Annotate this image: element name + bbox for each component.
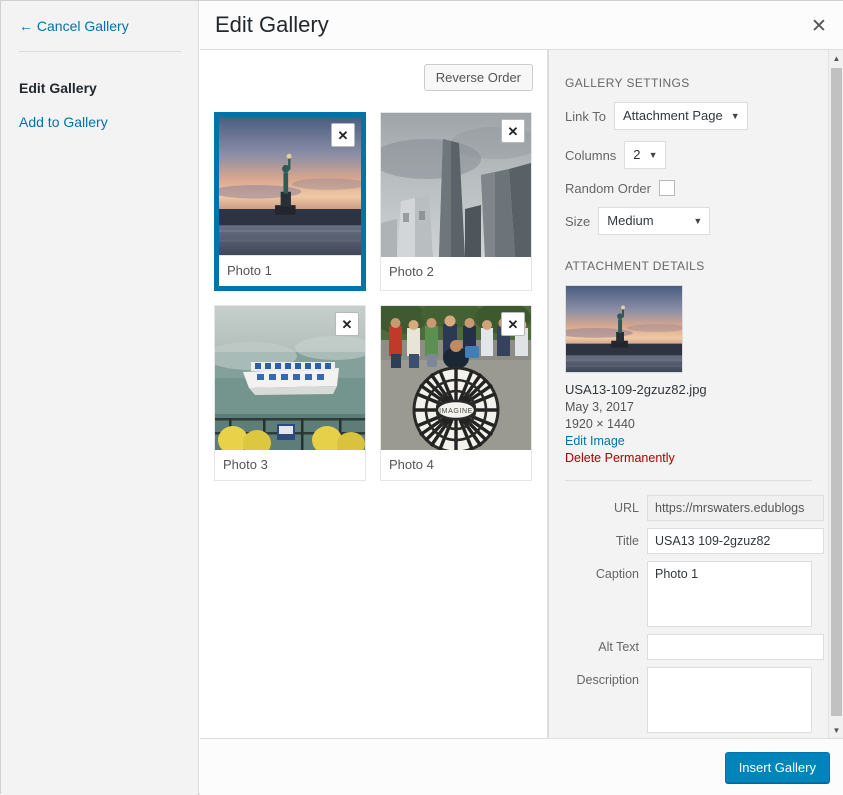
attachment-details-heading: ATTACHMENT DETAILS <box>565 259 705 273</box>
alt-text-field[interactable] <box>647 634 824 660</box>
link-to-value: Attachment Page <box>622 108 723 123</box>
attachment-thumbnail <box>565 285 683 373</box>
gallery-menu-sidebar: ← Cancel Gallery Edit Gallery Add to Gal… <box>1 1 199 795</box>
attachment-divider <box>565 480 812 481</box>
remove-icon[interactable]: ✕ <box>501 119 525 143</box>
menu-item-add-to-gallery[interactable]: Add to Gallery <box>19 114 108 130</box>
settings-sidebar: GALLERY SETTINGS Link To Attachment Page… <box>548 50 843 738</box>
modal-title-bar: Edit Gallery ✕ <box>200 1 843 50</box>
gallery-content-column: Reverse Order ✕ Photo 1 ✕ Photo 2 ✕ Phot… <box>200 50 548 738</box>
gallery-item[interactable]: IMAGINE ✕ Photo 4 <box>380 305 532 481</box>
menu-divider <box>19 51 181 52</box>
attachment-date: May 3, 2017 <box>565 400 634 414</box>
insert-gallery-button[interactable]: Insert Gallery <box>724 752 830 783</box>
gallery-toolbar: Reverse Order <box>423 64 533 91</box>
gallery-item-caption: Photo 1 <box>219 255 361 286</box>
gallery-item[interactable]: ✕ Photo 1 <box>214 112 366 291</box>
description-label: Description <box>576 673 639 687</box>
title-field-row: Title <box>565 528 824 554</box>
caption-field[interactable] <box>647 561 812 627</box>
gallery-settings-heading: GALLERY SETTINGS <box>565 76 690 90</box>
svg-text:IMAGINE: IMAGINE <box>439 408 473 415</box>
edit-gallery-modal: ← Cancel Gallery Edit Gallery Add to Gal… <box>0 0 843 795</box>
gallery-grid: ✕ Photo 1 ✕ Photo 2 ✕ Photo 3 IMAGINE ✕ … <box>214 112 532 481</box>
scroll-down-icon[interactable]: ▼ <box>829 722 843 738</box>
caption-field-row: Caption <box>565 561 812 627</box>
remove-icon[interactable]: ✕ <box>501 312 525 336</box>
description-field[interactable] <box>647 667 812 733</box>
columns-label: Columns <box>565 147 617 163</box>
reverse-order-button[interactable]: Reverse Order <box>423 64 533 91</box>
gallery-item-caption: Photo 4 <box>381 450 531 480</box>
link-to-row: Link To Attachment Page ▼ <box>565 102 812 130</box>
attachment-dimensions: 1920 × 1440 <box>565 417 635 431</box>
alt-text-label: Alt Text <box>598 640 639 654</box>
chevron-down-icon: ▼ <box>730 111 740 121</box>
close-icon[interactable]: ✕ <box>802 9 836 43</box>
size-select[interactable]: Medium ▼ <box>598 207 711 235</box>
chevron-down-icon: ▼ <box>648 150 658 160</box>
scroll-up-icon[interactable]: ▲ <box>829 50 843 66</box>
chevron-down-icon: ▼ <box>693 216 703 226</box>
description-field-row: Description <box>565 667 812 733</box>
gallery-item[interactable]: ✕ Photo 2 <box>380 112 532 291</box>
modal-footer: Insert Gallery <box>200 738 843 795</box>
caption-label: Caption <box>595 567 639 581</box>
columns-select[interactable]: 2 ▼ <box>624 141 666 169</box>
title-label: Title <box>615 534 639 548</box>
alt-text-field-row: Alt Text <box>565 634 824 660</box>
title-field[interactable] <box>647 528 824 554</box>
random-order-checkbox[interactable] <box>658 180 675 196</box>
size-row: Size Medium ▼ <box>565 207 812 235</box>
link-to-select[interactable]: Attachment Page ▼ <box>613 102 748 130</box>
size-value: Medium <box>607 213 654 228</box>
columns-value: 2 <box>633 147 641 162</box>
page-title: Edit Gallery <box>215 12 329 37</box>
menu-item-edit-gallery[interactable]: Edit Gallery <box>19 80 97 96</box>
edit-image-link[interactable]: Edit Image <box>565 434 812 448</box>
random-order-row: Random Order <box>565 180 812 196</box>
size-label: Size <box>565 213 591 229</box>
remove-icon[interactable]: ✕ <box>331 123 355 147</box>
cancel-gallery-link[interactable]: ← Cancel Gallery <box>19 18 129 34</box>
modal-frame: Edit Gallery ✕ Reverse Order ✕ Photo 1 ✕… <box>200 1 843 795</box>
scrollbar-thumb[interactable] <box>831 68 842 716</box>
url-field-row: URL <box>565 495 824 521</box>
delete-permanently-link[interactable]: Delete Permanently <box>565 451 812 465</box>
attachment-filename: USA13-109-2gzuz82.jpg <box>565 382 707 397</box>
url-field[interactable] <box>647 495 824 521</box>
gallery-item-caption: Photo 3 <box>215 450 365 480</box>
settings-scrollbar[interactable]: ▲ ▼ <box>828 50 843 738</box>
remove-icon[interactable]: ✕ <box>335 312 359 336</box>
gallery-item-caption: Photo 2 <box>381 257 531 287</box>
random-order-label: Random Order <box>565 180 651 196</box>
gallery-item[interactable]: ✕ Photo 3 <box>214 305 366 481</box>
url-label: URL <box>613 501 639 515</box>
columns-row: Columns 2 ▼ <box>565 141 812 169</box>
link-to-label: Link To <box>565 108 606 124</box>
